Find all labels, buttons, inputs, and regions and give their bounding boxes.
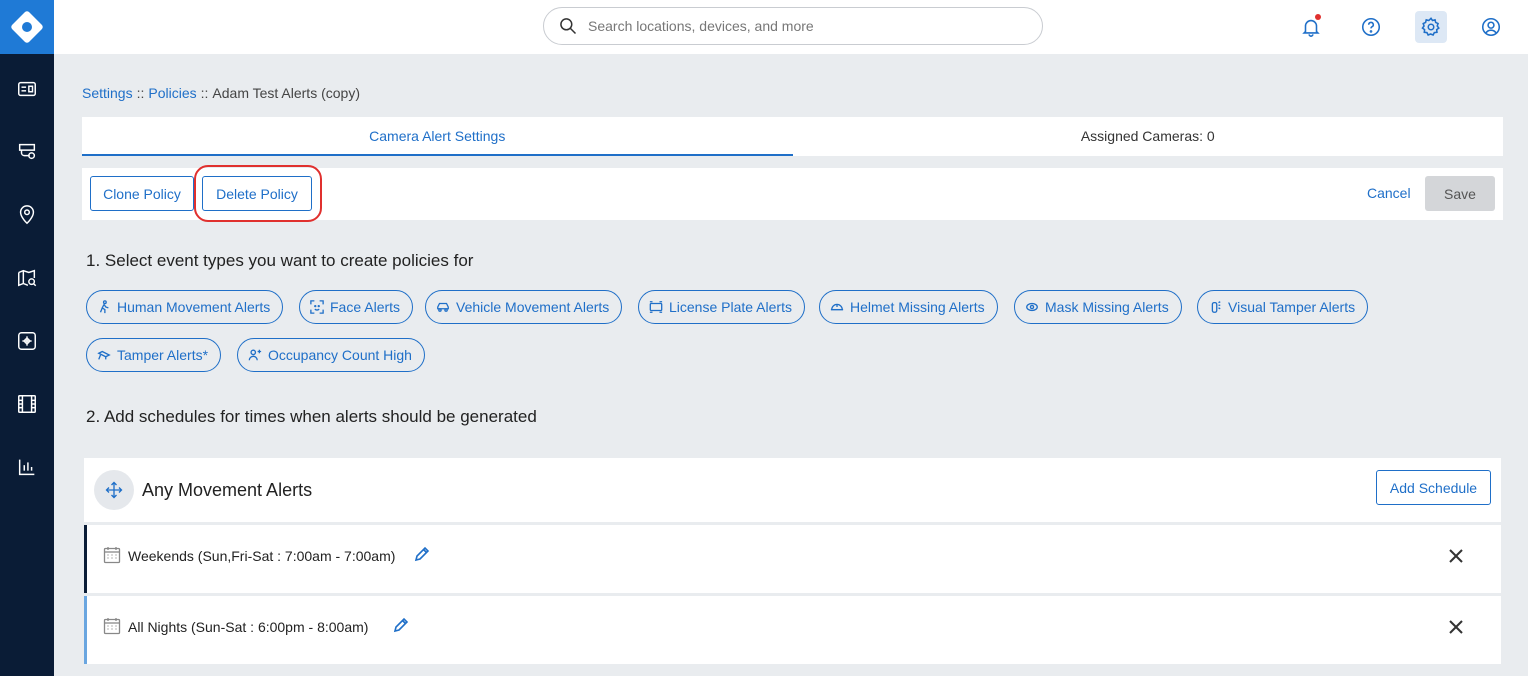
- notifications-button[interactable]: [1295, 11, 1327, 43]
- person-plus-icon: [248, 349, 262, 361]
- breadcrumb-separator: ::: [136, 85, 145, 101]
- profile-button[interactable]: [1475, 11, 1507, 43]
- nav-analytics-icon[interactable]: [0, 321, 54, 361]
- chip-face-alerts[interactable]: Face Alerts: [299, 290, 414, 324]
- calendar-icon: [103, 546, 121, 569]
- notification-dot: [1315, 14, 1321, 20]
- chip-label: Face Alerts: [330, 299, 401, 315]
- chip-occupancy-count-high[interactable]: Occupancy Count High: [237, 338, 425, 372]
- chip-label: Visual Tamper Alerts: [1228, 299, 1356, 315]
- action-bar: Clone Policy Delete Policy Cancel Save: [82, 165, 1503, 222]
- gear-icon: [1421, 17, 1440, 36]
- breadcrumb: Settings:: Policies:: Adam Test Alerts (co…: [82, 85, 360, 101]
- breadcrumb-policies[interactable]: Policies: [148, 85, 196, 101]
- delete-policy-button[interactable]: Delete Policy: [202, 176, 312, 211]
- clone-policy-button[interactable]: Clone Policy: [90, 176, 194, 211]
- user-avatar-icon: [1481, 17, 1501, 37]
- move-arrows-icon: [94, 470, 134, 510]
- tab-bar: Camera Alert Settings Assigned Cameras: …: [82, 117, 1503, 156]
- pencil-icon: [393, 617, 409, 633]
- breadcrumb-settings[interactable]: Settings: [82, 85, 133, 101]
- license-plate-icon: [649, 301, 663, 313]
- nav-devices-icon[interactable]: [0, 131, 54, 171]
- person-walking-icon: [99, 300, 109, 314]
- search-icon: [560, 18, 577, 35]
- search-input[interactable]: [588, 18, 1008, 34]
- section-event-types-title: 1. Select event types you want to create…: [86, 251, 474, 270]
- schedule-row: All Nights (Sun-Sat : 6:00pm - 8:00am): [84, 596, 1501, 664]
- tab-camera-alert-settings[interactable]: Camera Alert Settings: [82, 117, 793, 156]
- schedule-label: Weekends (Sun,Fri-Sat : 7:00am - 7:00am): [128, 548, 396, 564]
- top-bar: [54, 0, 1528, 54]
- chip-visual-tamper-alerts[interactable]: Visual Tamper Alerts: [1197, 290, 1369, 324]
- sidebar: [0, 0, 54, 676]
- edit-schedule-button[interactable]: [414, 546, 430, 567]
- tamper-icon: [97, 350, 111, 360]
- nav-reports-icon[interactable]: [0, 447, 54, 487]
- chip-license-plate-alerts[interactable]: License Plate Alerts: [638, 290, 805, 324]
- face-scan-icon: [310, 300, 324, 314]
- nav-dashboard-icon[interactable]: [0, 69, 54, 109]
- close-icon: [1449, 549, 1463, 563]
- chip-mask-missing-alerts[interactable]: Mask Missing Alerts: [1014, 290, 1182, 324]
- schedule-group-header: Any Movement Alerts Add Schedule: [84, 458, 1501, 522]
- search-bar[interactable]: [543, 7, 1043, 45]
- app-logo[interactable]: [0, 0, 54, 54]
- nav-video-icon[interactable]: [0, 384, 54, 424]
- chip-label: Mask Missing Alerts: [1045, 299, 1169, 315]
- cancel-button[interactable]: Cancel: [1367, 185, 1411, 201]
- edit-schedule-button[interactable]: [393, 617, 409, 638]
- logo-diamond-icon: [10, 10, 44, 44]
- camera-tamper-icon: [1211, 301, 1221, 313]
- helmet-icon: [830, 303, 844, 311]
- chip-helmet-missing-alerts[interactable]: Helmet Missing Alerts: [819, 290, 998, 324]
- section-schedules-title: 2. Add schedules for times when alerts s…: [86, 407, 537, 426]
- schedule-group-title: Any Movement Alerts: [142, 480, 313, 500]
- chip-label: License Plate Alerts: [669, 299, 792, 315]
- pencil-icon: [414, 546, 430, 562]
- breadcrumb-current: Adam Test Alerts (copy): [212, 85, 360, 101]
- help-icon: [1361, 17, 1381, 37]
- help-button[interactable]: [1355, 11, 1387, 43]
- chip-label: Occupancy Count High: [268, 347, 412, 363]
- chip-tamper-alerts[interactable]: Tamper Alerts*: [86, 338, 222, 372]
- schedule-row: Weekends (Sun,Fri-Sat : 7:00am - 7:00am): [84, 525, 1501, 593]
- nav-locations-icon[interactable]: [0, 195, 54, 235]
- chip-human-movement-alerts[interactable]: Human Movement Alerts: [86, 290, 284, 324]
- remove-schedule-button[interactable]: [1447, 618, 1465, 641]
- chip-label: Tamper Alerts*: [117, 347, 209, 363]
- settings-button[interactable]: [1415, 11, 1447, 43]
- close-icon: [1449, 620, 1463, 634]
- chip-label: Helmet Missing Alerts: [850, 299, 985, 315]
- save-button[interactable]: Save: [1425, 176, 1495, 211]
- car-icon: [437, 302, 449, 312]
- chip-label: Vehicle Movement Alerts: [456, 299, 610, 315]
- mask-icon: [1026, 302, 1038, 312]
- nav-map-search-icon[interactable]: [0, 258, 54, 298]
- chip-label: Human Movement Alerts: [117, 299, 271, 315]
- chip-vehicle-movement-alerts[interactable]: Vehicle Movement Alerts: [425, 290, 623, 324]
- remove-schedule-button[interactable]: [1447, 547, 1465, 570]
- calendar-icon: [103, 617, 121, 640]
- tab-assigned-cameras[interactable]: Assigned Cameras: 0: [793, 117, 1504, 156]
- add-schedule-button[interactable]: Add Schedule: [1376, 470, 1491, 505]
- breadcrumb-separator: ::: [200, 85, 209, 101]
- schedule-label: All Nights (Sun-Sat : 6:00pm - 8:00am): [128, 619, 369, 635]
